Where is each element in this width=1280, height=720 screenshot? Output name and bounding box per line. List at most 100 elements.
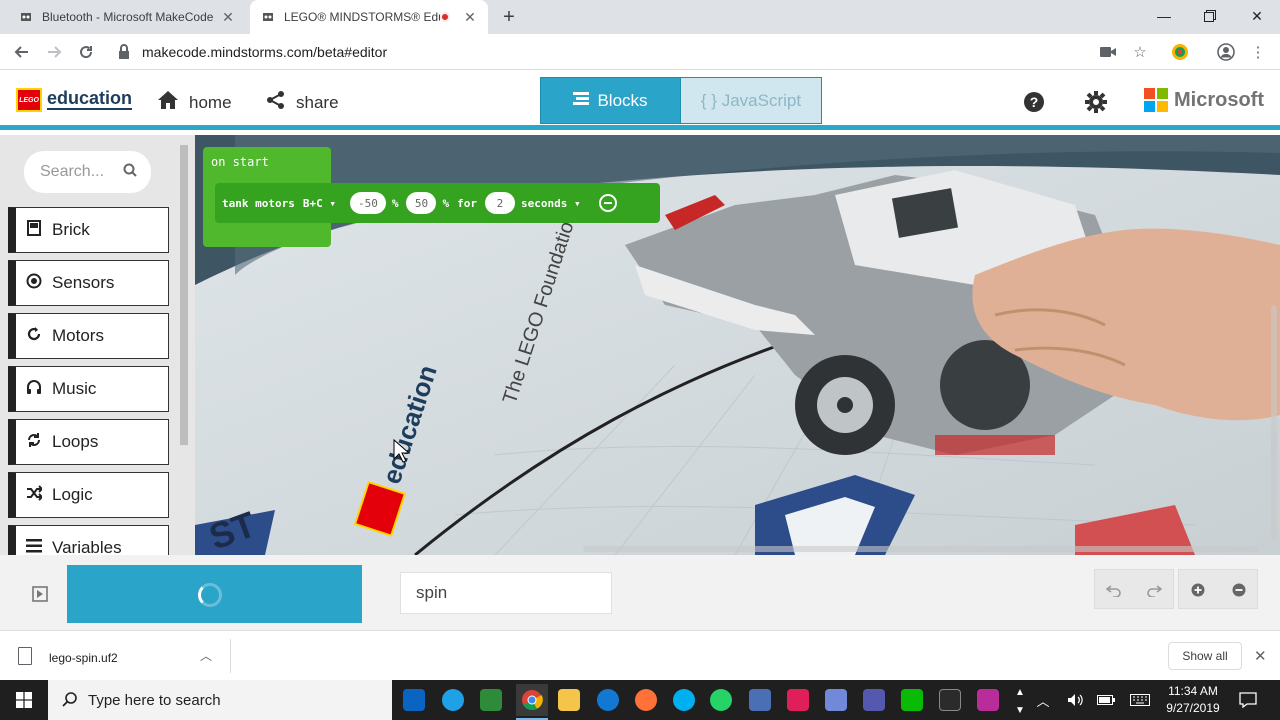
microsoft-logo[interactable]: Microsoft xyxy=(1144,88,1264,112)
volume-icon[interactable] xyxy=(1065,690,1085,710)
teams-icon[interactable] xyxy=(858,684,890,716)
edge-icon[interactable] xyxy=(592,684,624,716)
windows-start-icon[interactable] xyxy=(0,680,48,720)
bookmark-star-icon[interactable]: ☆ xyxy=(1130,42,1150,62)
zoom-out-icon[interactable] xyxy=(1230,581,1248,599)
chrome-icon[interactable] xyxy=(516,684,548,716)
ports-dropdown[interactable]: B+C ▾ xyxy=(303,197,336,210)
workspace-vertical-scrollbar[interactable] xyxy=(1271,305,1277,540)
firefox-icon[interactable] xyxy=(630,684,662,716)
notifications-icon[interactable] xyxy=(1238,690,1258,710)
terminal-icon[interactable] xyxy=(934,684,966,716)
for-label: for xyxy=(457,196,477,210)
category-brick[interactable]: Brick xyxy=(8,207,169,253)
redo-icon[interactable] xyxy=(1145,581,1163,599)
javascript-button[interactable]: { } JavaScript xyxy=(681,77,822,124)
lock-icon[interactable] xyxy=(118,44,132,60)
left-speed-input[interactable]: -50 xyxy=(349,192,386,214)
lego-logo[interactable]: LEGO xyxy=(16,88,42,112)
home-label: home xyxy=(189,93,232,112)
dropdown-arrow-icon: ▾ xyxy=(329,196,336,210)
camera-icon[interactable] xyxy=(1098,42,1118,62)
back-icon[interactable] xyxy=(10,40,34,64)
downloaded-file-name[interactable]: lego-spin.uf2 xyxy=(49,651,118,665)
help-icon[interactable]: ? xyxy=(1022,90,1046,114)
whatsapp-icon[interactable] xyxy=(705,684,737,716)
category-sensors[interactable]: Sensors xyxy=(8,260,169,306)
url-text[interactable]: makecode.mindstorms.com/beta#editor xyxy=(142,44,387,60)
new-tab-button[interactable]: + xyxy=(498,6,520,28)
keyboard-icon[interactable] xyxy=(1130,690,1150,710)
category-label: Logic xyxy=(52,485,93,504)
zoom-in-icon[interactable] xyxy=(1189,581,1207,599)
extension-icon[interactable] xyxy=(1170,42,1190,62)
on-start-label: on start xyxy=(211,155,269,169)
slack-icon[interactable] xyxy=(782,684,814,716)
taskbar-scroll-down-icon[interactable]: ▼ xyxy=(1010,700,1030,720)
tab-bluetooth[interactable]: Bluetooth - Microsoft MakeCode ✕ xyxy=(8,0,246,34)
tank-motors-block[interactable]: tank motors B+C ▾ -50 % 50 % for 2 secon… xyxy=(215,183,660,223)
workspace-horizontal-scrollbar[interactable] xyxy=(583,546,1259,552)
close-icon[interactable]: ✕ xyxy=(1254,647,1267,665)
share-label: share xyxy=(296,93,339,112)
toolbox-scrollbar[interactable] xyxy=(178,141,188,551)
taskbar-scroll-up-icon[interactable]: ▲ xyxy=(1010,682,1030,702)
camtasia-icon[interactable] xyxy=(475,684,507,716)
clock-time: 11:34 AM xyxy=(1168,684,1218,698)
right-speed-input[interactable]: 50 xyxy=(406,192,437,214)
discord-icon[interactable] xyxy=(820,684,852,716)
microsoft-label: Microsoft xyxy=(1174,88,1264,111)
home-button[interactable]: home xyxy=(157,90,232,116)
internet-explorer-icon[interactable] xyxy=(437,684,469,716)
close-window-icon[interactable]: ✕ xyxy=(1234,0,1280,32)
brand-text[interactable]: education xyxy=(47,88,133,110)
search-placeholder: Search... xyxy=(40,163,105,180)
category-loops[interactable]: Loops xyxy=(8,419,169,465)
editor-toolbar: spin xyxy=(0,555,1280,630)
duration-input[interactable]: 2 xyxy=(484,192,515,214)
category-motors[interactable]: Motors xyxy=(8,313,169,359)
brick-icon xyxy=(16,219,52,241)
toolbox-search-input[interactable]: Search... xyxy=(24,151,151,193)
outlook-icon[interactable] xyxy=(398,684,430,716)
toolbox-scrollbar-thumb[interactable] xyxy=(180,145,188,445)
blocks-workspace[interactable]: The LEGO Foundation education ST on star… xyxy=(195,135,1280,555)
file-explorer-icon[interactable] xyxy=(553,684,585,716)
unit-dropdown[interactable]: seconds ▾ xyxy=(521,197,581,210)
svg-text:?: ? xyxy=(1030,94,1039,110)
show-all-button[interactable]: Show all xyxy=(1168,642,1242,670)
battery-icon[interactable] xyxy=(1096,690,1116,710)
download-button[interactable] xyxy=(67,565,362,623)
undo-icon[interactable] xyxy=(1105,581,1123,599)
share-button[interactable]: share xyxy=(266,90,339,116)
taskbar-search-input[interactable]: Type here to search xyxy=(48,680,392,720)
collapse-minus-icon[interactable] xyxy=(598,194,617,212)
chevron-up-icon[interactable]: ︿ xyxy=(200,647,212,664)
simulator-toggle-icon[interactable] xyxy=(30,585,50,603)
restore-icon[interactable] xyxy=(1187,0,1233,32)
menu-kebab-icon[interactable]: ⋮ xyxy=(1248,42,1268,62)
category-logic[interactable]: Logic xyxy=(8,472,169,518)
skype-icon[interactable] xyxy=(668,684,700,716)
blocks-button[interactable]: Blocks xyxy=(540,77,681,124)
settings-gear-icon[interactable] xyxy=(1084,90,1108,114)
forward-icon[interactable] xyxy=(42,40,66,64)
reload-icon[interactable] xyxy=(74,40,98,64)
network-app-icon[interactable] xyxy=(744,684,776,716)
system-clock[interactable]: 11:34 AM 9/27/2019 xyxy=(1163,683,1223,717)
minimize-icon[interactable]: — xyxy=(1141,0,1187,32)
share-icon xyxy=(266,90,286,116)
tab-lego-mindstorms[interactable]: LEGO® MINDSTORMS® Edu ✕ xyxy=(250,0,488,34)
makecode-favicon-icon xyxy=(260,9,276,25)
tab-close-icon[interactable]: ✕ xyxy=(462,9,478,25)
profile-icon[interactable] xyxy=(1216,42,1236,62)
unit-value: seconds xyxy=(520,196,568,210)
makecode-app-icon[interactable] xyxy=(972,684,1004,716)
tray-chevron-up-icon[interactable]: ︿ xyxy=(1033,690,1053,710)
project-name-input[interactable]: spin xyxy=(400,572,612,614)
category-variables[interactable]: Variables xyxy=(8,525,169,555)
wechat-icon[interactable] xyxy=(896,684,928,716)
loops-icon xyxy=(16,432,52,453)
tab-close-icon[interactable]: ✕ xyxy=(220,9,236,25)
category-music[interactable]: Music xyxy=(8,366,169,412)
